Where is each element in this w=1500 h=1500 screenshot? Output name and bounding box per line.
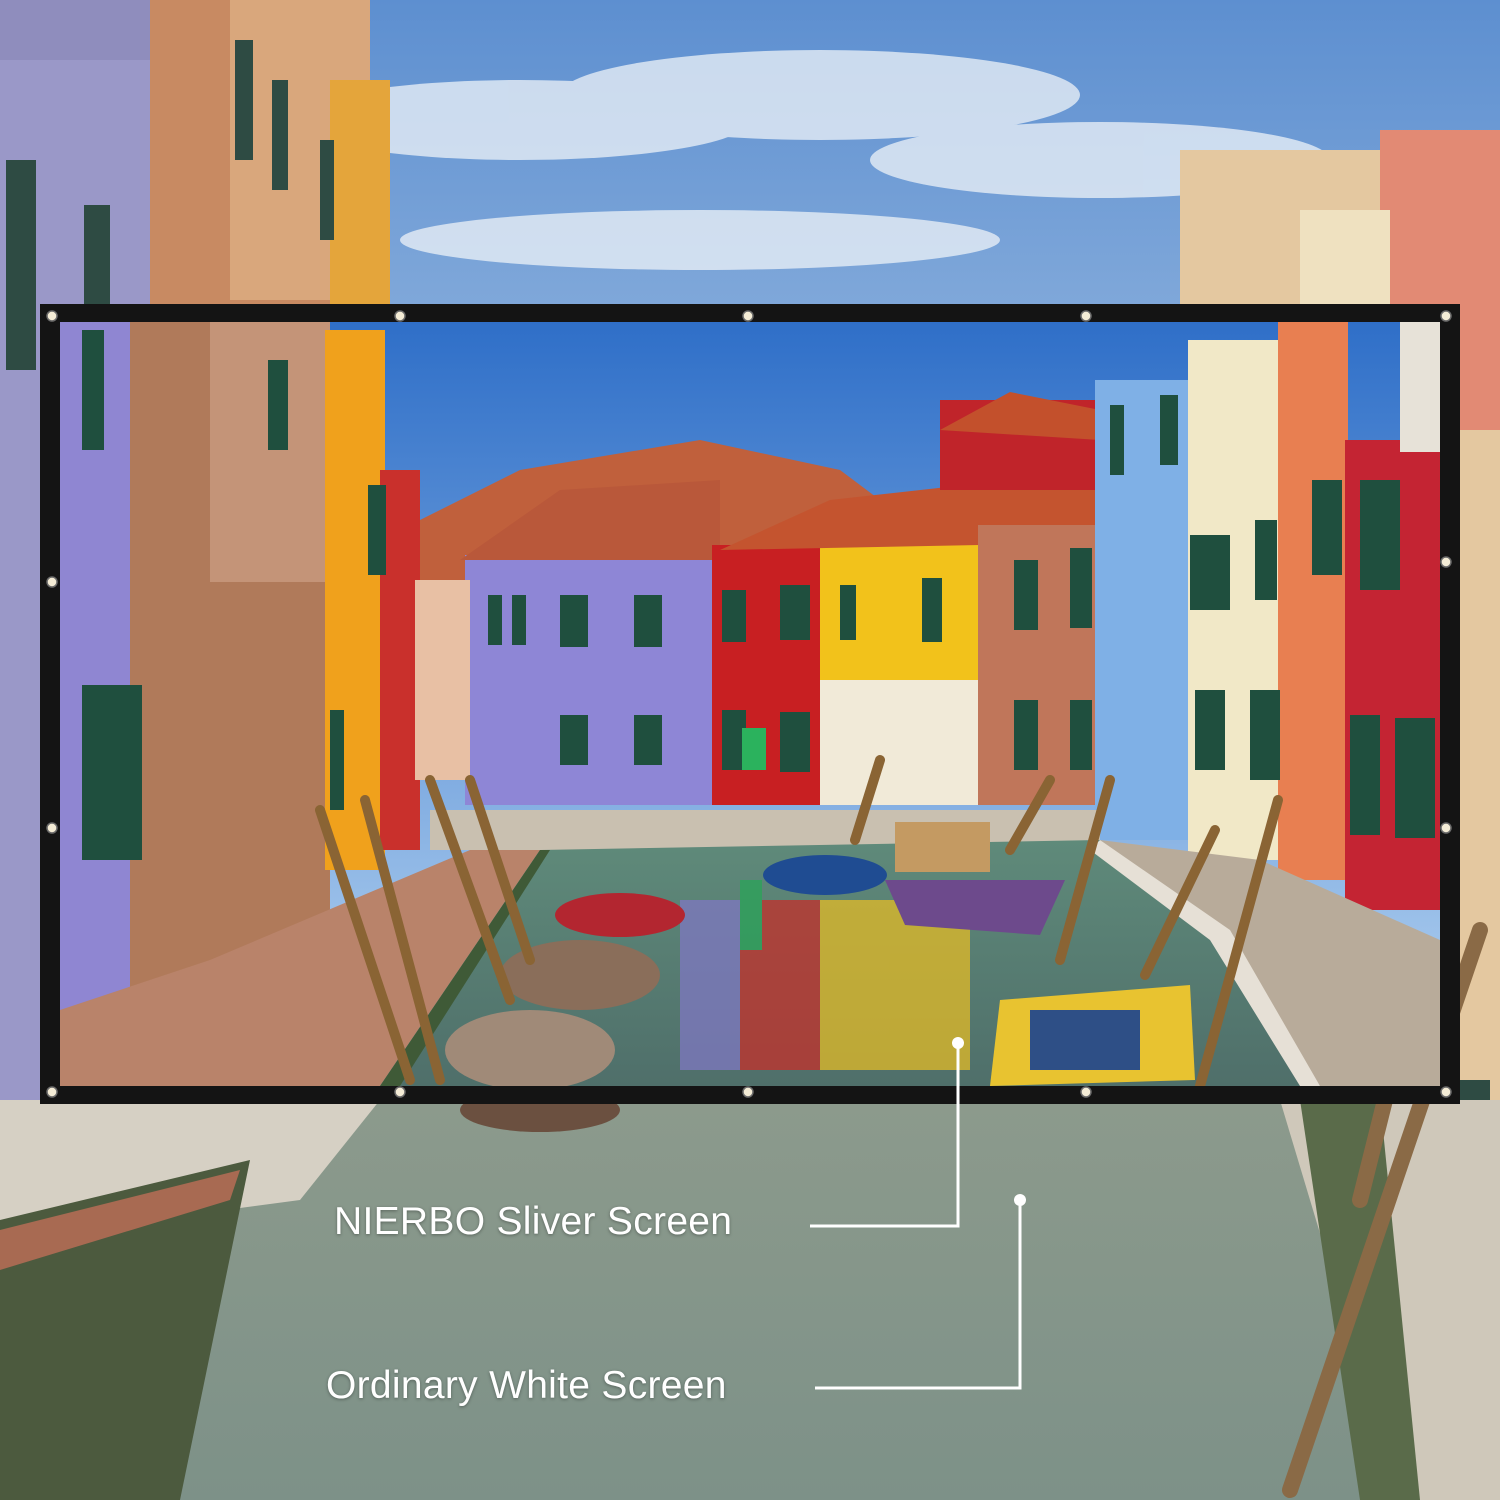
white-screen-callout-dot (1014, 1194, 1026, 1206)
screen-image (60, 322, 1440, 1086)
silver-screen-label: NIERBO Sliver Screen (334, 1200, 733, 1243)
lavender-house (465, 555, 715, 805)
projection-screen (40, 304, 1460, 1104)
white-screen-label: Ordinary White Screen (326, 1364, 727, 1407)
silver-screen-callout-dot (952, 1037, 964, 1049)
venice-canal-scene (0, 0, 1500, 1500)
